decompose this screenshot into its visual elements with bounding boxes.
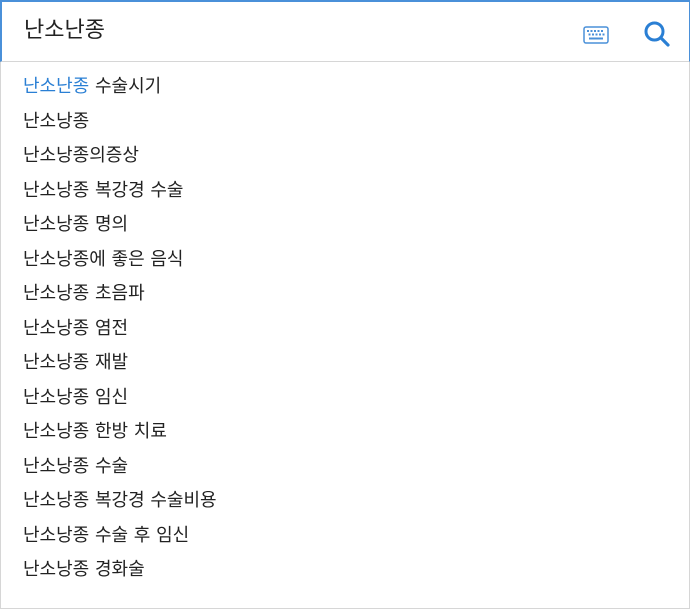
search-widget: 난소난종 수술시기 난소낭종 난소낭종의증상 난소낭종 복강경 수술 난소낭종 … — [0, 0, 690, 609]
suggestion-text: 난소낭종 초음파 — [23, 283, 145, 304]
suggestion-item[interactable]: 난소낭종 수술 — [1, 450, 689, 485]
suggestion-text: 난소낭종 수술 — [23, 455, 129, 477]
suggestion-item[interactable]: 난소낭종 복강경 수술비용 — [1, 484, 689, 519]
suggestion-item[interactable]: 난소낭종 재발 — [1, 346, 689, 381]
suggestion-text: 난소낭종 복강경 수술비용 — [23, 490, 217, 511]
suggestion-item[interactable]: 난소낭종 — [1, 105, 689, 140]
suggestion-item[interactable]: 난소낭종 경화술 — [1, 553, 689, 588]
suggestion-text: 난소낭종에 좋은 음식 — [23, 248, 184, 270]
suggestion-panel: 난소난종 수술시기 난소낭종 난소낭종의증상 난소낭종 복강경 수술 난소낭종 … — [0, 62, 690, 609]
suggestion-item[interactable]: 난소낭종의증상 — [1, 139, 689, 174]
suggestion-text: 난소낭종 한방 치료 — [23, 421, 167, 442]
suggestion-item[interactable]: 난소낭종 명의 — [1, 208, 689, 243]
search-icon[interactable] — [643, 20, 671, 48]
suggestion-text: 난소낭종 복강경 수술 — [23, 179, 184, 201]
suggestion-item[interactable]: 난소낭종에 좋은 음식 — [1, 243, 689, 278]
keyboard-icon[interactable] — [583, 26, 609, 44]
suggestion-item[interactable]: 난소낭종 임신 — [1, 381, 689, 416]
suggestion-text: 수술시기 — [89, 76, 162, 97]
suggestion-item[interactable]: 난소낭종 염전 — [1, 312, 689, 347]
search-bar — [0, 0, 690, 62]
suggestion-text: 난소낭종 염전 — [23, 317, 129, 339]
suggestion-text: 난소낭종 수술 후 임신 — [23, 524, 190, 546]
suggestion-item[interactable]: 난소낭종 초음파 — [1, 277, 689, 312]
suggestion-item[interactable]: 난소낭종 수술 후 임신 — [1, 519, 689, 554]
suggestion-item[interactable]: 난소난종 수술시기 — [1, 70, 689, 105]
suggestion-item[interactable]: 난소낭종 복강경 수술 — [1, 174, 689, 209]
suggestion-text: 난소낭종 — [23, 110, 90, 132]
suggestion-text: 난소낭종의증상 — [23, 145, 139, 166]
suggestion-text: 난소낭종 재발 — [23, 352, 129, 373]
suggestion-list: 난소난종 수술시기 난소낭종 난소낭종의증상 난소낭종 복강경 수술 난소낭종 … — [1, 62, 689, 588]
suggestion-item[interactable]: 난소낭종 한방 치료 — [1, 415, 689, 450]
suggestion-match: 난소난종 — [23, 76, 90, 97]
suggestion-text: 난소낭종 명의 — [23, 214, 129, 235]
suggestion-text: 난소낭종 경화술 — [23, 559, 145, 580]
suggestion-text: 난소낭종 임신 — [23, 386, 129, 408]
search-input[interactable] — [24, 14, 544, 48]
